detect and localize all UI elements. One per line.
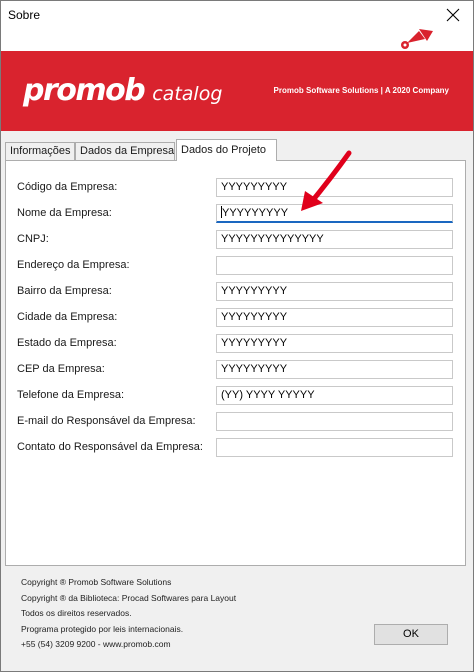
tab-dados-da-empresa[interactable]: Dados da Empresa [75,142,175,160]
form-row: Estado da Empresa: YYYYYYYYY [6,334,467,354]
form-row: Código da Empresa: YYYYYYYYY [6,178,467,198]
cep-empresa-label: CEP da Empresa: [17,363,105,375]
nome-empresa-label: Nome da Empresa: [17,207,112,219]
endereco-empresa-label: Endereço da Empresa: [17,259,130,271]
contato-responsavel-input[interactable] [216,438,453,457]
footer-line: Copyright ® da Biblioteca: Procad Softwa… [21,592,237,603]
form-row: Contato do Responsável da Empresa: [6,438,467,458]
cidade-empresa-label: Cidade da Empresa: [17,311,118,323]
footer-line: Copyright ® Promob Software Solutions [21,577,172,587]
cnpj-input[interactable]: YYYYYYYYYYYYYY [216,230,453,249]
form-row: Endereço da Empresa: [6,256,467,276]
copyright-footer: Copyright ® Promob Software Solutions Co… [21,575,236,653]
tab-informacoes[interactable]: Informações [5,142,75,160]
window-title: Sobre [8,8,41,22]
form-row: E-mail do Responsável da Empresa: [6,412,467,432]
red-arrow-icon [301,150,352,211]
close-button[interactable] [433,1,473,29]
close-icon [446,8,460,22]
company-tagline: Promob Software Solutions | A 2020 Compa… [273,86,449,95]
form-row: CEP da Empresa: YYYYYYYYY [6,360,467,380]
contato-responsavel-label: Contato do Responsável da Empresa: [17,441,203,453]
logo-main-text: promob [23,73,146,108]
footer-line: +55 (54) 3209 9200 - www.promob.com [21,639,171,650]
tab-dados-do-projeto[interactable]: Dados do Projeto [176,139,277,161]
form-row: Cidade da Empresa: YYYYYYYYY [6,308,467,328]
form-row: Telefone da Empresa: (YY) YYYY YYYYY [6,386,467,406]
title-bar: Sobre [1,1,473,29]
email-responsavel-label: E-mail do Responsável da Empresa: [17,415,196,427]
tab-label: Informações [10,145,71,157]
endereco-empresa-input[interactable] [216,256,453,275]
promob-mark-icon [401,29,433,50]
nome-empresa-value: YYYYYYYYY [222,207,289,219]
estado-empresa-label: Estado da Empresa: [17,337,117,349]
telefone-empresa-label: Telefone da Empresa: [17,389,125,401]
tab-panel-dados-do-projeto: Código da Empresa: YYYYYYYYY Nome da Emp… [5,160,466,566]
cidade-empresa-input[interactable]: YYYYYYYYY [216,308,453,327]
cep-empresa-input[interactable]: YYYYYYYYY [216,360,453,379]
codigo-empresa-label: Código da Empresa: [17,181,118,193]
cnpj-label: CNPJ: [17,233,49,245]
footer-line: Programa protegido por leis internaciona… [21,623,184,634]
estado-empresa-input[interactable]: YYYYYYYYY [216,334,453,353]
bairro-empresa-input[interactable]: YYYYYYYYY [216,282,453,301]
form-row: CNPJ: YYYYYYYYYYYYYY [6,230,467,250]
form-row: Bairro da Empresa: YYYYYYYYY [6,282,467,302]
product-logo: promob catalog [23,73,222,108]
about-dialog: Sobre promob catalog Promob Software Solu… [0,0,474,672]
form-row: Nome da Empresa: YYYYYYYYY [6,204,467,224]
footer-line: Todos os direitos reservados. [21,608,132,619]
tab-label: Dados da Empresa [80,145,175,157]
telefone-empresa-input[interactable]: (YY) YYYY YYYYY [216,386,453,405]
brand-banner: promob catalog Promob Software Solutions … [1,51,473,131]
logo-sub-text: catalog [152,83,223,105]
tab-strip: Informações Dados da Empresa Dados do Pr… [5,139,469,161]
tab-label: Dados do Projeto [181,144,266,156]
ok-button[interactable]: OK [374,624,448,645]
email-responsavel-input[interactable] [216,412,453,431]
bairro-empresa-label: Bairro da Empresa: [17,285,112,297]
